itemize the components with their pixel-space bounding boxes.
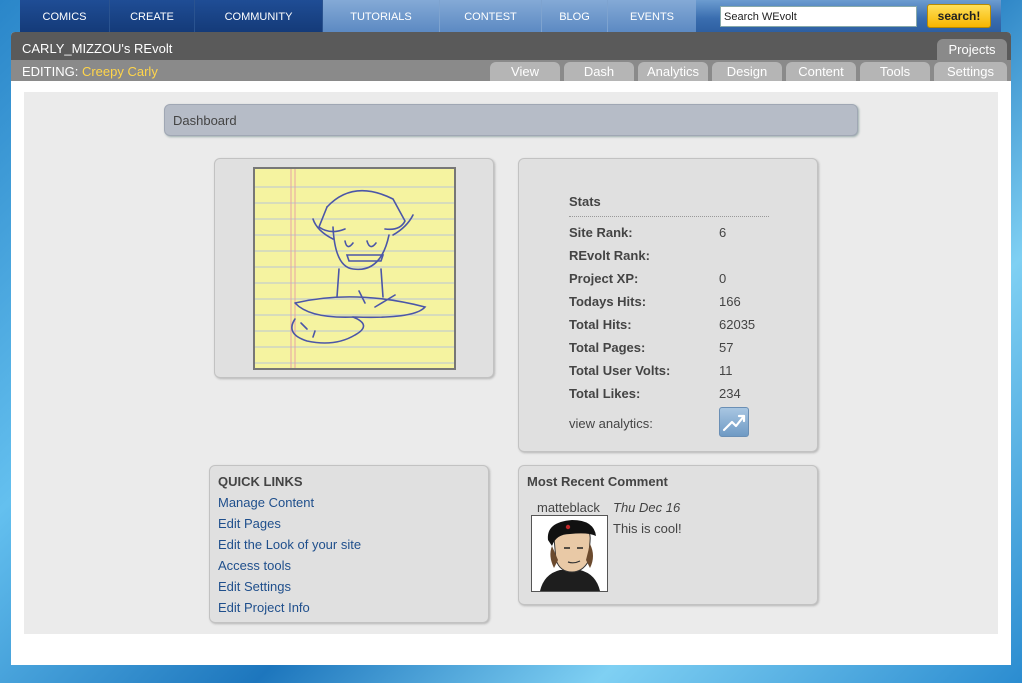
editing-project-name[interactable]: Creepy Carly: [82, 64, 158, 79]
tab-view[interactable]: View: [490, 62, 560, 81]
projects-tab[interactable]: Projects: [937, 39, 1007, 60]
project-thumbnail[interactable]: [253, 167, 456, 370]
search-input[interactable]: [720, 6, 917, 27]
nav-contest[interactable]: CONTEST: [440, 0, 542, 33]
stat-label: Total Likes:: [569, 386, 641, 401]
quick-links-title: QUICK LINKS: [218, 474, 303, 489]
analytics-chart-icon: [722, 414, 746, 432]
stats-panel: Stats Site Rank: 6 REvolt Rank: Project …: [518, 158, 818, 452]
nav-comics[interactable]: COMICS: [20, 0, 110, 33]
top-navigation: COMICS CREATE COMMUNITY TUTORIALS CONTES…: [20, 0, 1001, 34]
stat-label: Total User Volts:: [569, 363, 671, 378]
main-frame: CARLY_MIZZOU's REvolt Projects EDITING: …: [11, 32, 1011, 665]
stat-value: 234: [719, 386, 741, 401]
edit-bar: EDITING: Creepy Carly View Dash Analytic…: [11, 60, 1011, 81]
editing-prefix: EDITING:: [22, 64, 79, 79]
link-access-tools[interactable]: Access tools: [218, 558, 291, 573]
recent-comment-title: Most Recent Comment: [527, 474, 668, 489]
nav-blog[interactable]: BLOG: [542, 0, 608, 33]
project-thumbnail-panel: [214, 158, 494, 378]
notepad-sketch-image: [255, 169, 454, 368]
stat-value: 0: [719, 271, 727, 286]
link-edit-project-info[interactable]: Edit Project Info: [218, 600, 310, 615]
stat-value: 166: [719, 294, 741, 309]
avatar[interactable]: [531, 515, 608, 592]
stat-label: Site Rank:: [569, 225, 633, 240]
nav-events[interactable]: EVENTS: [608, 0, 696, 33]
tab-content[interactable]: Content: [786, 62, 856, 81]
link-edit-settings[interactable]: Edit Settings: [218, 579, 291, 594]
recent-comment-panel: Most Recent Comment matteblack Thu Dec 1…: [518, 465, 818, 605]
tab-tools[interactable]: Tools: [860, 62, 930, 81]
comment-text: This is cool!: [613, 521, 682, 536]
quick-links-panel: QUICK LINKS Manage Content Edit Pages Ed…: [209, 465, 489, 623]
tab-analytics[interactable]: Analytics: [638, 62, 708, 81]
editing-label: EDITING: Creepy Carly: [22, 64, 158, 79]
link-manage-content[interactable]: Manage Content: [218, 495, 314, 510]
page-title: Dashboard: [173, 113, 237, 128]
stat-value: 11: [719, 363, 733, 378]
link-edit-look[interactable]: Edit the Look of your site: [218, 537, 361, 552]
stat-label: Total Pages:: [569, 340, 646, 355]
tab-settings[interactable]: Settings: [934, 62, 1007, 81]
title-bar: CARLY_MIZZOU's REvolt Projects: [11, 32, 1011, 60]
tab-design[interactable]: Design: [712, 62, 782, 81]
nav-create[interactable]: CREATE: [110, 0, 195, 33]
dashboard-header: Dashboard: [164, 104, 858, 136]
tab-dash[interactable]: Dash: [564, 62, 634, 81]
stat-value: 6: [719, 225, 727, 240]
view-analytics-label: view analytics:: [569, 416, 653, 431]
stat-label: Project XP:: [569, 271, 639, 286]
search-button[interactable]: search!: [927, 4, 991, 28]
stat-label: REvolt Rank:: [569, 248, 650, 263]
user-avatar-image: [532, 516, 607, 591]
stat-label: Todays Hits:: [569, 294, 647, 309]
content-area: Dashboard Stats Site Rank: 6 REvolt Rank…: [24, 92, 998, 634]
comment-date: Thu Dec 16: [613, 500, 681, 515]
link-edit-pages[interactable]: Edit Pages: [218, 516, 281, 531]
nav-community[interactable]: COMMUNITY: [195, 0, 323, 33]
stats-divider: [569, 216, 769, 217]
nav-tutorials[interactable]: TUTORIALS: [323, 0, 440, 33]
stats-title: Stats: [569, 194, 601, 209]
stat-label: Total Hits:: [569, 317, 632, 332]
stat-value: 62035: [719, 317, 756, 332]
site-title: CARLY_MIZZOU's REvolt: [22, 41, 173, 56]
stat-value: 57: [719, 340, 734, 355]
comment-username[interactable]: matteblack: [537, 500, 600, 515]
analytics-button[interactable]: [719, 407, 749, 437]
